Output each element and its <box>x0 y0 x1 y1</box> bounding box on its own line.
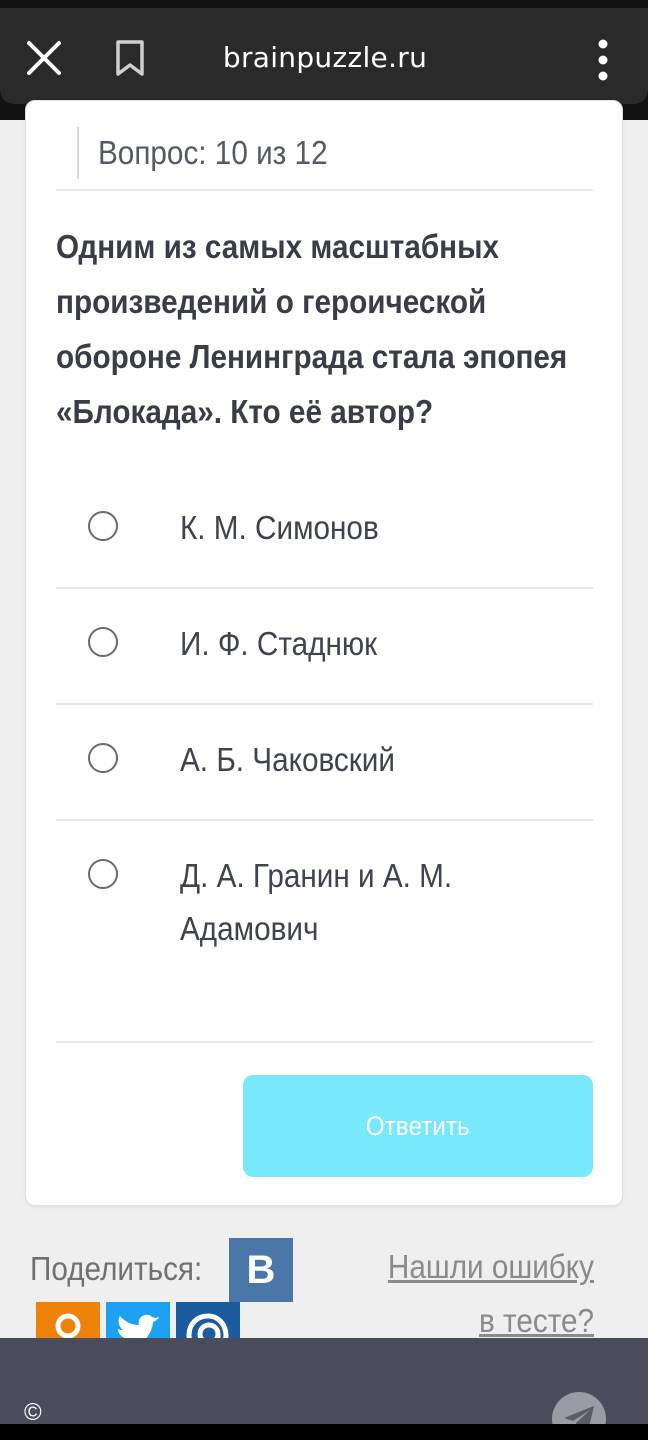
option-label: Д. А. Гранин и А. М. Адамович <box>180 857 453 947</box>
share-label: Поделиться: <box>30 1250 203 1287</box>
divider <box>56 819 593 821</box>
bookmark-button[interactable] <box>110 38 150 78</box>
close-button[interactable] <box>22 36 66 80</box>
question-line: «Блокада». Кто её автор? <box>56 393 434 430</box>
answer-option-2[interactable]: И. Ф. Стаднюк <box>56 617 593 703</box>
question-counter: Вопрос: 10 из 12 <box>98 134 328 171</box>
copyright-mark: © <box>24 1399 42 1426</box>
divider <box>56 703 593 705</box>
option-label: И. Ф. Стаднюк <box>180 625 378 662</box>
site-footer: © <box>0 1338 648 1440</box>
answer-option-4[interactable]: Д. А. Гранин и А. М. Адамович <box>56 849 593 979</box>
url-text[interactable]: brainpuzzle.ru <box>200 38 450 78</box>
divider <box>56 189 593 191</box>
report-error-link[interactable]: Нашли ошибку в тесте? <box>330 1240 594 1348</box>
vk-share-button[interactable]: В <box>229 1238 293 1302</box>
option-label: К. М. Симонов <box>180 509 379 546</box>
close-icon <box>27 41 61 75</box>
question-line: Одним из самых масштабных <box>56 228 500 265</box>
radio-button[interactable] <box>88 859 118 889</box>
answer-option-3[interactable]: А. Б. Чаковский <box>56 733 593 819</box>
option-label: А. Б. Чаковский <box>180 741 395 778</box>
answer-option-1[interactable]: К. М. Симонов <box>56 501 593 587</box>
more-vert-icon <box>598 39 608 81</box>
question-text: Одним из самых масштабных произведений о… <box>56 219 568 439</box>
vk-icon: В <box>246 1248 276 1292</box>
divider <box>56 1041 593 1043</box>
question-line: обороне Ленинграда стала эпопея <box>56 338 568 375</box>
divider <box>56 587 593 589</box>
bookmark-icon <box>116 40 144 76</box>
system-nav-bar <box>0 1424 648 1440</box>
counter-accent <box>77 127 79 179</box>
radio-button[interactable] <box>88 627 118 657</box>
page: brainpuzzle.ru Вопрос: 10 из 12 Одним из… <box>0 0 648 1440</box>
quiz-card: Вопрос: 10 из 12 Одним из самых масштабн… <box>25 100 623 1206</box>
browser-toolbar: brainpuzzle.ru <box>0 8 648 104</box>
answer-button[interactable]: Ответить <box>243 1075 593 1177</box>
radio-button[interactable] <box>88 743 118 773</box>
question-line: произведений о героической <box>56 283 487 320</box>
radio-button[interactable] <box>88 511 118 541</box>
more-menu-button[interactable] <box>588 36 618 86</box>
